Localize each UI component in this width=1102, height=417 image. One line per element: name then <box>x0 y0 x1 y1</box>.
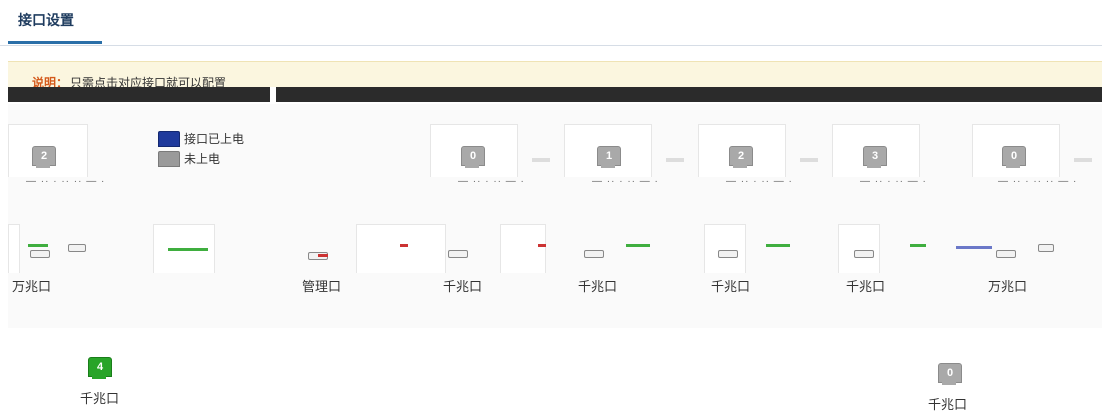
port-number: 0 <box>946 367 954 379</box>
network-cable-icon <box>996 250 1016 258</box>
port-card-frame <box>8 224 20 273</box>
unpowered-port-icon <box>158 150 180 167</box>
tab-interface-settings[interactable]: 接口设置 <box>18 10 74 30</box>
network-cable-icon <box>1038 244 1054 252</box>
port-panel: 接口已上电 未上电 2 0 1 2 3 0 — ·· · ·· ·· — · —… <box>8 104 1102 328</box>
network-cable-icon <box>584 250 604 258</box>
port-number: 2 <box>40 150 48 162</box>
legend-unpowered: 未上电 <box>158 150 220 167</box>
port-type-label: 万兆口 <box>988 279 1028 294</box>
ethernet-port-icon[interactable]: 3 <box>863 146 887 168</box>
render-artifact-bar <box>8 87 1102 102</box>
network-cable-icon <box>718 250 738 258</box>
port-number: 2 <box>737 150 745 162</box>
port-number: 0 <box>1010 150 1018 162</box>
port-separator <box>666 158 684 162</box>
port-type-label: 千兆口 <box>443 279 483 294</box>
port-type-label: 千兆口 <box>578 279 618 294</box>
port-type-label: 千兆口 <box>846 279 886 294</box>
port-type-label: 万兆口 <box>12 279 52 294</box>
port-card-frame <box>704 224 746 273</box>
active-tab-indicator <box>8 41 102 44</box>
notice-bar: 说明： 只需点击对应接口就可以配置 <box>8 61 1102 90</box>
port-separator <box>1074 158 1092 162</box>
network-cable-icon <box>68 244 86 252</box>
port-caption-artifact: — ·· · ·· — · <box>860 176 927 187</box>
port-separator <box>532 158 550 162</box>
link-status-line <box>28 244 48 247</box>
link-status-line <box>168 248 208 251</box>
ethernet-port-icon[interactable]: 4 <box>88 357 112 379</box>
port-caption-artifact: — ·· · ·· ·· — · <box>26 176 106 187</box>
ethernet-port-icon[interactable]: 0 <box>938 363 962 385</box>
link-status-line <box>538 244 546 247</box>
link-status-line <box>400 244 408 247</box>
port-number: 1 <box>605 150 613 162</box>
ethernet-port-icon[interactable]: 0 <box>1002 146 1026 168</box>
network-cable-icon <box>854 250 874 258</box>
port-caption-artifact: — ·· · ·· — · <box>458 176 525 187</box>
link-status-line <box>766 244 790 247</box>
ethernet-port-icon[interactable]: 0 <box>461 146 485 168</box>
port-separator <box>800 158 818 162</box>
network-cable-icon <box>30 250 50 258</box>
link-status-line <box>956 246 992 249</box>
port-card-frame <box>500 224 546 273</box>
port-card-frame <box>838 224 880 273</box>
legend-powered-label: 接口已上电 <box>184 132 245 146</box>
port-type-label: 千兆口 <box>711 279 751 294</box>
port-caption-artifact: — ·· · ·· ·· — · <box>998 176 1078 187</box>
port-type-label: 千兆口 <box>80 391 120 406</box>
port-caption-artifact: — ·· · ·· — · <box>592 176 659 187</box>
artifact-glare <box>270 87 276 102</box>
powered-port-icon <box>158 130 180 147</box>
legend-powered: 接口已上电 <box>158 130 244 147</box>
port-type-label: 千兆口 <box>928 397 968 412</box>
port-number: 4 <box>96 361 104 373</box>
port-number: 3 <box>871 150 879 162</box>
network-cable-icon <box>448 250 468 258</box>
ethernet-port-icon[interactable]: 2 <box>32 146 56 168</box>
port-type-label: 管理口 <box>302 279 342 294</box>
port-caption-artifact: — ·· · ·· — · <box>726 176 793 187</box>
link-status-line <box>626 244 650 247</box>
tab-bar: 接口设置 <box>0 0 1102 46</box>
port-card-frame <box>356 224 446 273</box>
link-status-line <box>910 244 926 247</box>
link-status-line <box>318 254 328 257</box>
port-number: 0 <box>469 150 477 162</box>
ethernet-port-icon[interactable]: 1 <box>597 146 621 168</box>
ethernet-port-icon[interactable]: 2 <box>729 146 753 168</box>
legend-unpowered-label: 未上电 <box>184 152 221 166</box>
